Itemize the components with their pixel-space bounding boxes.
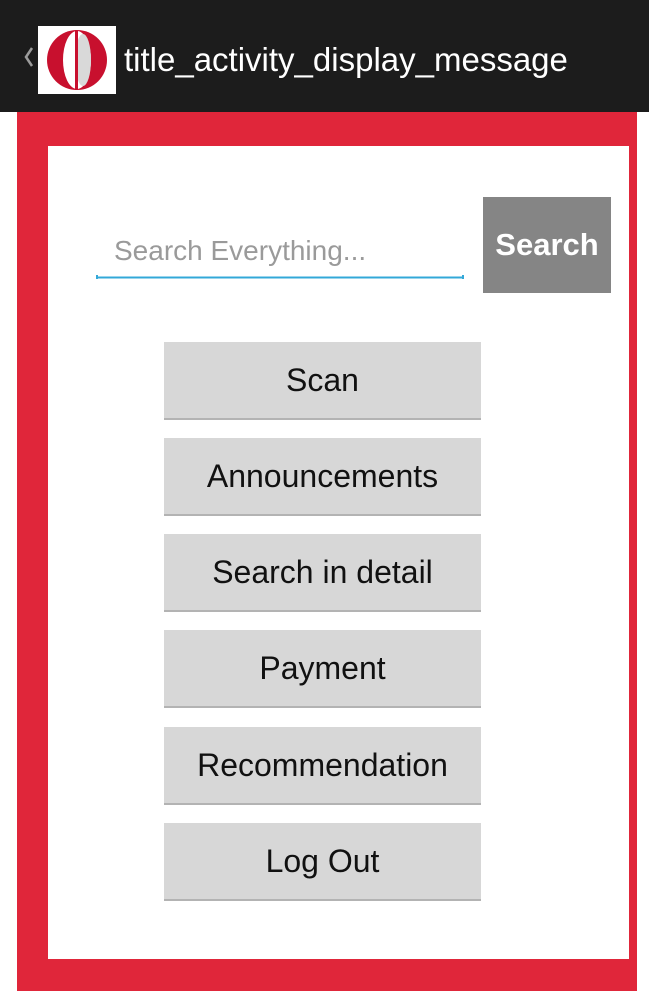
payment-button[interactable]: Payment	[164, 630, 481, 708]
app-logo-icon[interactable]	[38, 26, 116, 94]
announcements-button[interactable]: Announcements	[164, 438, 481, 516]
log-out-button[interactable]: Log Out	[164, 823, 481, 901]
recommendation-button[interactable]: Recommendation	[164, 727, 481, 805]
app-screen: title_activity_display_message Search Sc…	[0, 0, 649, 991]
search-input[interactable]	[96, 222, 464, 280]
activity-title: title_activity_display_message	[124, 41, 568, 78]
search-input-underline	[96, 275, 464, 279]
action-bar: title_activity_display_message	[0, 0, 649, 112]
search-button[interactable]: Search	[483, 197, 611, 293]
scan-button[interactable]: Scan	[164, 342, 481, 420]
chevron-left-icon[interactable]	[24, 46, 34, 68]
search-in-detail-button[interactable]: Search in detail	[164, 534, 481, 612]
